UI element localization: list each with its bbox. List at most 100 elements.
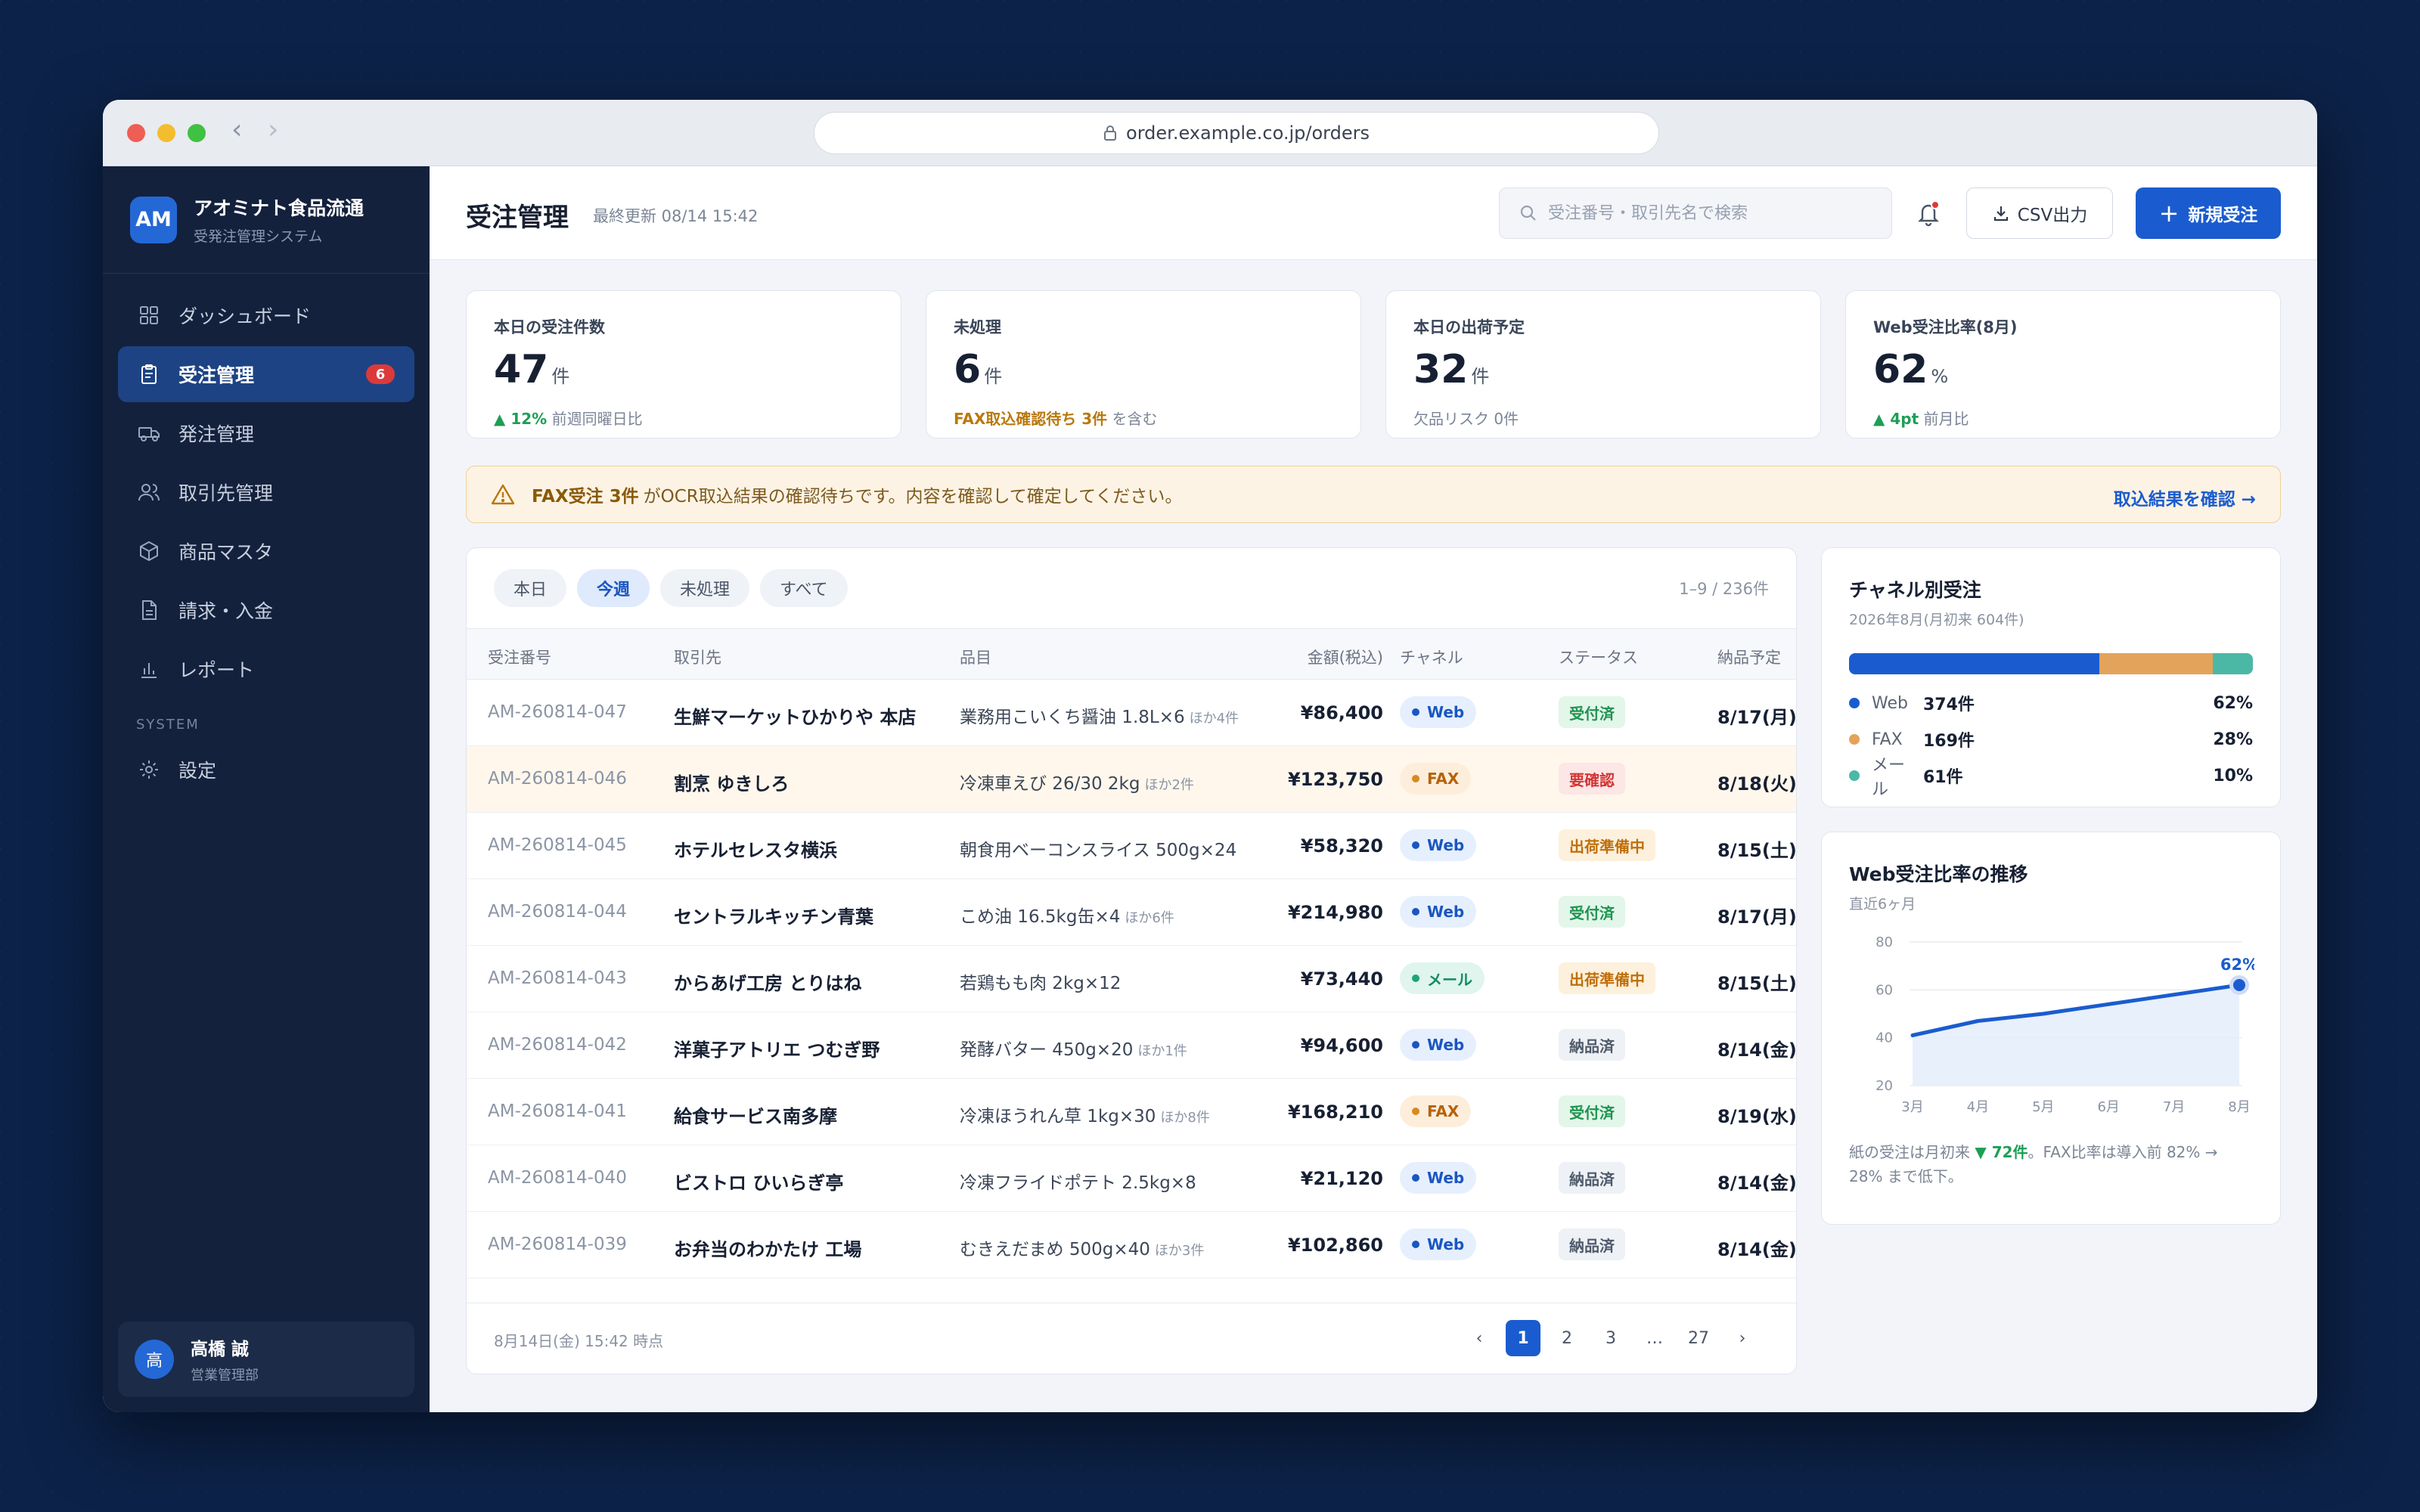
share-segment-web (1849, 653, 2100, 674)
address-bar[interactable]: order.example.co.jp/orders (814, 112, 1659, 154)
next-page-button[interactable]: › (1725, 1320, 1760, 1356)
close-window-button[interactable] (127, 124, 145, 142)
filter-this-week[interactable]: 今週 (577, 569, 650, 607)
maximize-window-button[interactable] (188, 124, 206, 142)
prev-page-button[interactable]: ‹ (1462, 1320, 1497, 1356)
filter-pending[interactable]: 未処理 (660, 569, 750, 607)
orders-count-badge: 6 (366, 364, 395, 384)
sidebar-item-customers[interactable]: 取引先管理 (118, 464, 414, 520)
column-header[interactable]: 取引先 (674, 646, 721, 668)
y-tick-label: 20 (1876, 1078, 1893, 1094)
column-header[interactable]: 受注番号 (488, 646, 551, 668)
csv-export-label: CSV出力 (2017, 206, 2088, 225)
status-badge: 要確認 (1559, 763, 1625, 795)
x-tick-label: 7月 (2163, 1099, 2185, 1115)
page-title: 受注管理 (466, 203, 569, 233)
filter-today[interactable]: 本日 (494, 569, 567, 607)
channel-legend: Web 374件 62% FAX 169件 28% メール 61件 10% (1849, 685, 2253, 799)
new-order-button[interactable]: + 新規受注 (2136, 187, 2281, 239)
clipboard-icon (138, 363, 160, 386)
table-row[interactable]: AM-260814-045 ホテルセレスタ横浜 朝食用ベーコンスライス 500g… (467, 813, 1796, 879)
table-row[interactable]: AM-260814-044 セントラルキッチン青葉 こめ油 16.5kg缶×4 ほ… (467, 879, 1796, 946)
status-badge: 受付済 (1559, 696, 1625, 728)
card-subtitle: 2026年8月(月初来 604件) (1849, 612, 2024, 628)
item-name: 冷凍車えび 26/30 2kg (960, 774, 1140, 794)
sidebar-item-purchasing[interactable]: 発注管理 (118, 405, 414, 461)
alert-text: がOCR取込結果の確認待ちです。内容を確認して確定してください。 (643, 487, 1183, 507)
table-row[interactable]: AM-260814-039 お弁当のわかたけ 工場 むきえだまめ 500g×40… (467, 1212, 1796, 1278)
channel-label: FAX (1427, 770, 1460, 788)
table-row[interactable]: AM-260814-042 洋菓子アトリエ つむぎ野 発酵バター 450g×20… (467, 1012, 1796, 1079)
amount: ¥94,600 (1300, 1035, 1383, 1056)
sidebar-item-settings[interactable]: 設定 (118, 742, 414, 798)
channel-dot-icon (1412, 1041, 1419, 1049)
gear-icon (138, 758, 160, 781)
pagination: ‹ 1 2 3 … 27 › (1462, 1320, 1760, 1356)
channel-label: Web (1427, 903, 1465, 921)
page-button[interactable]: 27 (1681, 1320, 1716, 1356)
channel-badge: FAX (1400, 763, 1472, 795)
filter-all[interactable]: すべて (760, 569, 848, 607)
back-arrow-icon[interactable]: ‹ (231, 113, 242, 147)
table-row[interactable]: AM-260814-041 給食サービス南多摩 冷凍ほうれん草 1kg×30 ほか… (467, 1079, 1796, 1145)
x-tick-label: 4月 (1967, 1099, 1989, 1115)
channel-badge: メール (1400, 962, 1485, 994)
channel-label: Web (1427, 1036, 1465, 1054)
sidebar-item-products[interactable]: 商品マスタ (118, 523, 414, 579)
browser-window: ‹ › order.example.co.jp/orders AM アオミナト食… (103, 100, 2317, 1412)
stat-trend: ▲ 4pt (1873, 410, 1919, 428)
table-footer: 8月14日(金) 15:42 時点 ‹ 1 2 3 … 27 › (467, 1303, 1796, 1374)
table-row[interactable]: AM-260814-043 からあげ工房 とりはね 若鶏もも肉 2kg×12 ¥… (467, 946, 1796, 1012)
minimize-window-button[interactable] (157, 124, 175, 142)
channel-breakdown-card: チャネル別受注 2026年8月(月初来 604件) Web 374件 62% FAX… (1821, 547, 2281, 807)
channel-badge: Web (1400, 696, 1477, 728)
user-dept: 営業管理部 (191, 1368, 259, 1383)
order-id: AM-260814-043 (488, 968, 627, 988)
page-button[interactable]: 1 (1506, 1320, 1540, 1356)
data-label: 62% (2220, 956, 2254, 974)
legend-name: Web (1872, 693, 1908, 713)
notification-button[interactable] (1912, 197, 1945, 230)
channel-badge: Web (1400, 896, 1477, 928)
stat-label: 未処理 (954, 318, 1001, 336)
sidebar-item-dashboard[interactable]: ダッシュボード (118, 287, 414, 343)
table-row[interactable]: AM-260814-040 ビストロ ひいらぎ亭 冷凍フライドポテト 2.5kg… (467, 1145, 1796, 1212)
legend-dot-icon (1849, 698, 1860, 708)
delivery-date: 8/14(金) (1717, 1173, 1797, 1194)
item-name: 若鶏もも肉 2kg×12 (960, 974, 1122, 993)
column-header[interactable]: 納品予定 (1717, 646, 1781, 668)
amount: ¥73,440 (1300, 968, 1383, 990)
review-import-link[interactable]: 取込結果を確認 → (2114, 485, 2256, 510)
table-row[interactable]: AM-260814-046 割烹 ゆきしろ 冷凍車えび 26/30 2kg ほか2… (467, 746, 1796, 813)
sidebar-item-orders[interactable]: 受注管理 6 (118, 346, 414, 402)
brand-logo: AM (130, 196, 177, 243)
column-header[interactable]: 金額(税込) (1308, 646, 1383, 668)
channel-label: メール (1427, 970, 1472, 989)
sidebar-item-reports[interactable]: レポート (118, 641, 414, 697)
stat-card-pending: 未処理 6件 FAX取込確認待ち 3件 を含む (926, 290, 1361, 438)
column-header[interactable]: ステータス (1559, 646, 1638, 668)
channel-dot-icon (1412, 1108, 1419, 1115)
forward-arrow-icon[interactable]: › (268, 113, 278, 147)
csv-export-button[interactable]: CSV出力 (1966, 187, 2113, 239)
channel-dot-icon (1412, 775, 1419, 782)
page-button[interactable]: 2 (1550, 1320, 1584, 1356)
search-box[interactable] (1499, 187, 1892, 239)
stat-card-shipments: 本日の出荷予定 32 件 欠品リスク 0件 (1385, 290, 1821, 438)
table-row[interactable]: AM-260814-047 生鮮マーケットひかりや 本店 業務用こいくち醤油 1… (467, 680, 1796, 746)
trend-note-highlight: ▼ 72件 (1975, 1143, 2028, 1161)
stat-value: 32 (1413, 347, 1469, 392)
column-header[interactable]: 品目 (960, 646, 991, 668)
order-id: AM-260814-041 (488, 1101, 627, 1121)
brand-name: アオミナト食品流通 (194, 197, 365, 219)
user-profile[interactable]: 高 高橋 誠 営業管理部 (118, 1321, 414, 1397)
page-button[interactable]: 3 (1593, 1320, 1628, 1356)
fax-alert-banner: FAX受注 3件 がOCR取込結果の確認待ちです。内容を確認して確定してください… (466, 466, 2281, 523)
brand: AM アオミナト食品流通 受発注管理システム (103, 166, 430, 274)
search-input[interactable] (1548, 203, 1866, 223)
column-header[interactable]: チャネル (1400, 646, 1463, 668)
page-ellipsis: … (1646, 1328, 1663, 1348)
avatar: 高 (135, 1340, 174, 1379)
sidebar-item-label: 商品マスタ (178, 541, 274, 563)
sidebar-item-billing[interactable]: 請求・入金 (118, 582, 414, 638)
